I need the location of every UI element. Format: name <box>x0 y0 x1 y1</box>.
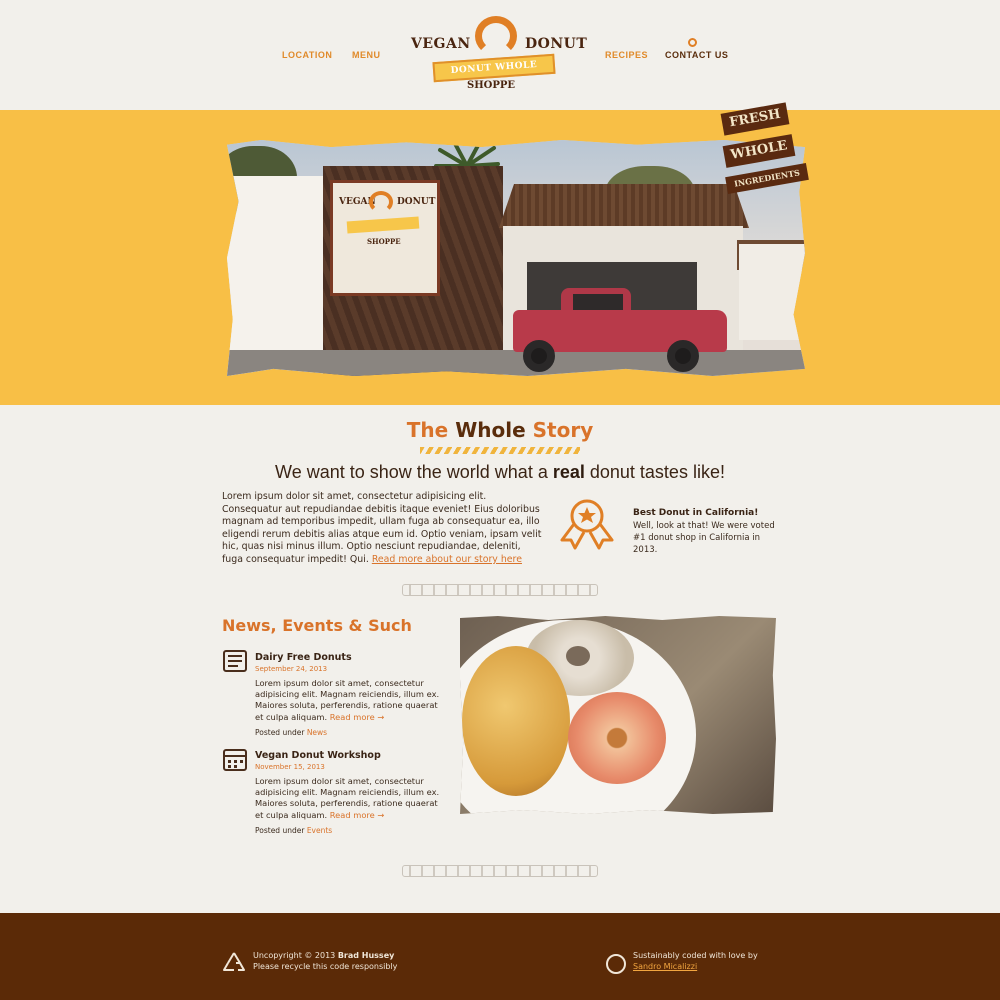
award-text: Well, look at that! We were voted #1 don… <box>633 521 775 555</box>
heading-underline <box>420 447 580 454</box>
logo-word-vegan: VEGAN <box>411 36 471 52</box>
nav-menu[interactable]: MENU <box>352 50 381 60</box>
apple-icon <box>606 954 626 974</box>
donut-logo-icon <box>475 16 517 56</box>
nav-recipes[interactable]: RECIPES <box>605 50 648 60</box>
badge-ingredients: INGREDIENTS <box>725 163 809 194</box>
footer-credit: Sustainably coded with love by Sandro Mic… <box>633 951 758 971</box>
logo-sub: SHOPPE <box>467 80 516 91</box>
newspaper-icon <box>223 650 247 672</box>
read-story-link[interactable]: Read more about our story here <box>372 554 522 565</box>
logo-word-donut: DONUT <box>525 36 588 52</box>
recycle-icon <box>223 952 245 971</box>
footer-copyright: Uncopyright © 2013 Brad Hussey Please rec… <box>253 951 398 971</box>
logo-ribbon: DONUT WHOLE <box>432 53 556 83</box>
news-category-link[interactable]: Events <box>307 826 332 835</box>
news-item-title[interactable]: Dairy Free Donuts <box>255 652 352 663</box>
nav-contact[interactable]: CONTACT US <box>665 50 728 60</box>
news-read-more-link[interactable]: Read more → <box>330 712 385 722</box>
news-read-more-link[interactable]: Read more → <box>330 810 385 820</box>
fresh-ingredients-badge: FRESH WHOLE INGREDIENTS <box>718 100 810 200</box>
news-item-posted: Posted under News <box>255 728 328 737</box>
calendar-icon <box>223 749 247 771</box>
nav-location[interactable]: LOCATION <box>282 50 332 60</box>
story-body: Lorem ipsum dolor sit amet, consectetur … <box>222 491 542 565</box>
news-item-title[interactable]: Vegan Donut Workshop <box>255 750 381 761</box>
section-divider <box>402 865 598 877</box>
award-title: Best Donut in California! <box>633 508 759 518</box>
story-heading: The Whole Story <box>406 418 594 442</box>
news-heading: News, Events & Such <box>222 616 412 635</box>
storefront-sign: VEGAN DONUT SHOPPE <box>330 180 440 296</box>
footer-author-link[interactable]: Sandro Micalizzi <box>633 962 697 971</box>
story-tagline: We want to show the world what a real do… <box>275 462 725 482</box>
news-item-text: Lorem ipsum dolor sit amet, consectetur … <box>255 678 440 722</box>
news-category-link[interactable]: News <box>307 728 327 737</box>
footer: Uncopyright © 2013 Brad Hussey Please rec… <box>0 913 1000 1000</box>
news-item-date: September 24, 2013 <box>255 665 328 673</box>
badge-whole: WHOLE <box>722 134 796 168</box>
badge-fresh: FRESH <box>720 102 790 136</box>
section-divider <box>402 584 598 596</box>
news-item-date: November 15, 2013 <box>255 763 325 771</box>
donut-plate-image <box>460 616 776 814</box>
news-item-posted: Posted under Events <box>255 826 333 835</box>
donut-icon <box>688 38 697 47</box>
site-logo[interactable]: VEGAN DONUT DONUT WHOLE SHOPPE <box>405 12 588 102</box>
award-ribbon-icon <box>560 499 614 550</box>
news-item-text: Lorem ipsum dolor sit amet, consectetur … <box>255 776 440 820</box>
